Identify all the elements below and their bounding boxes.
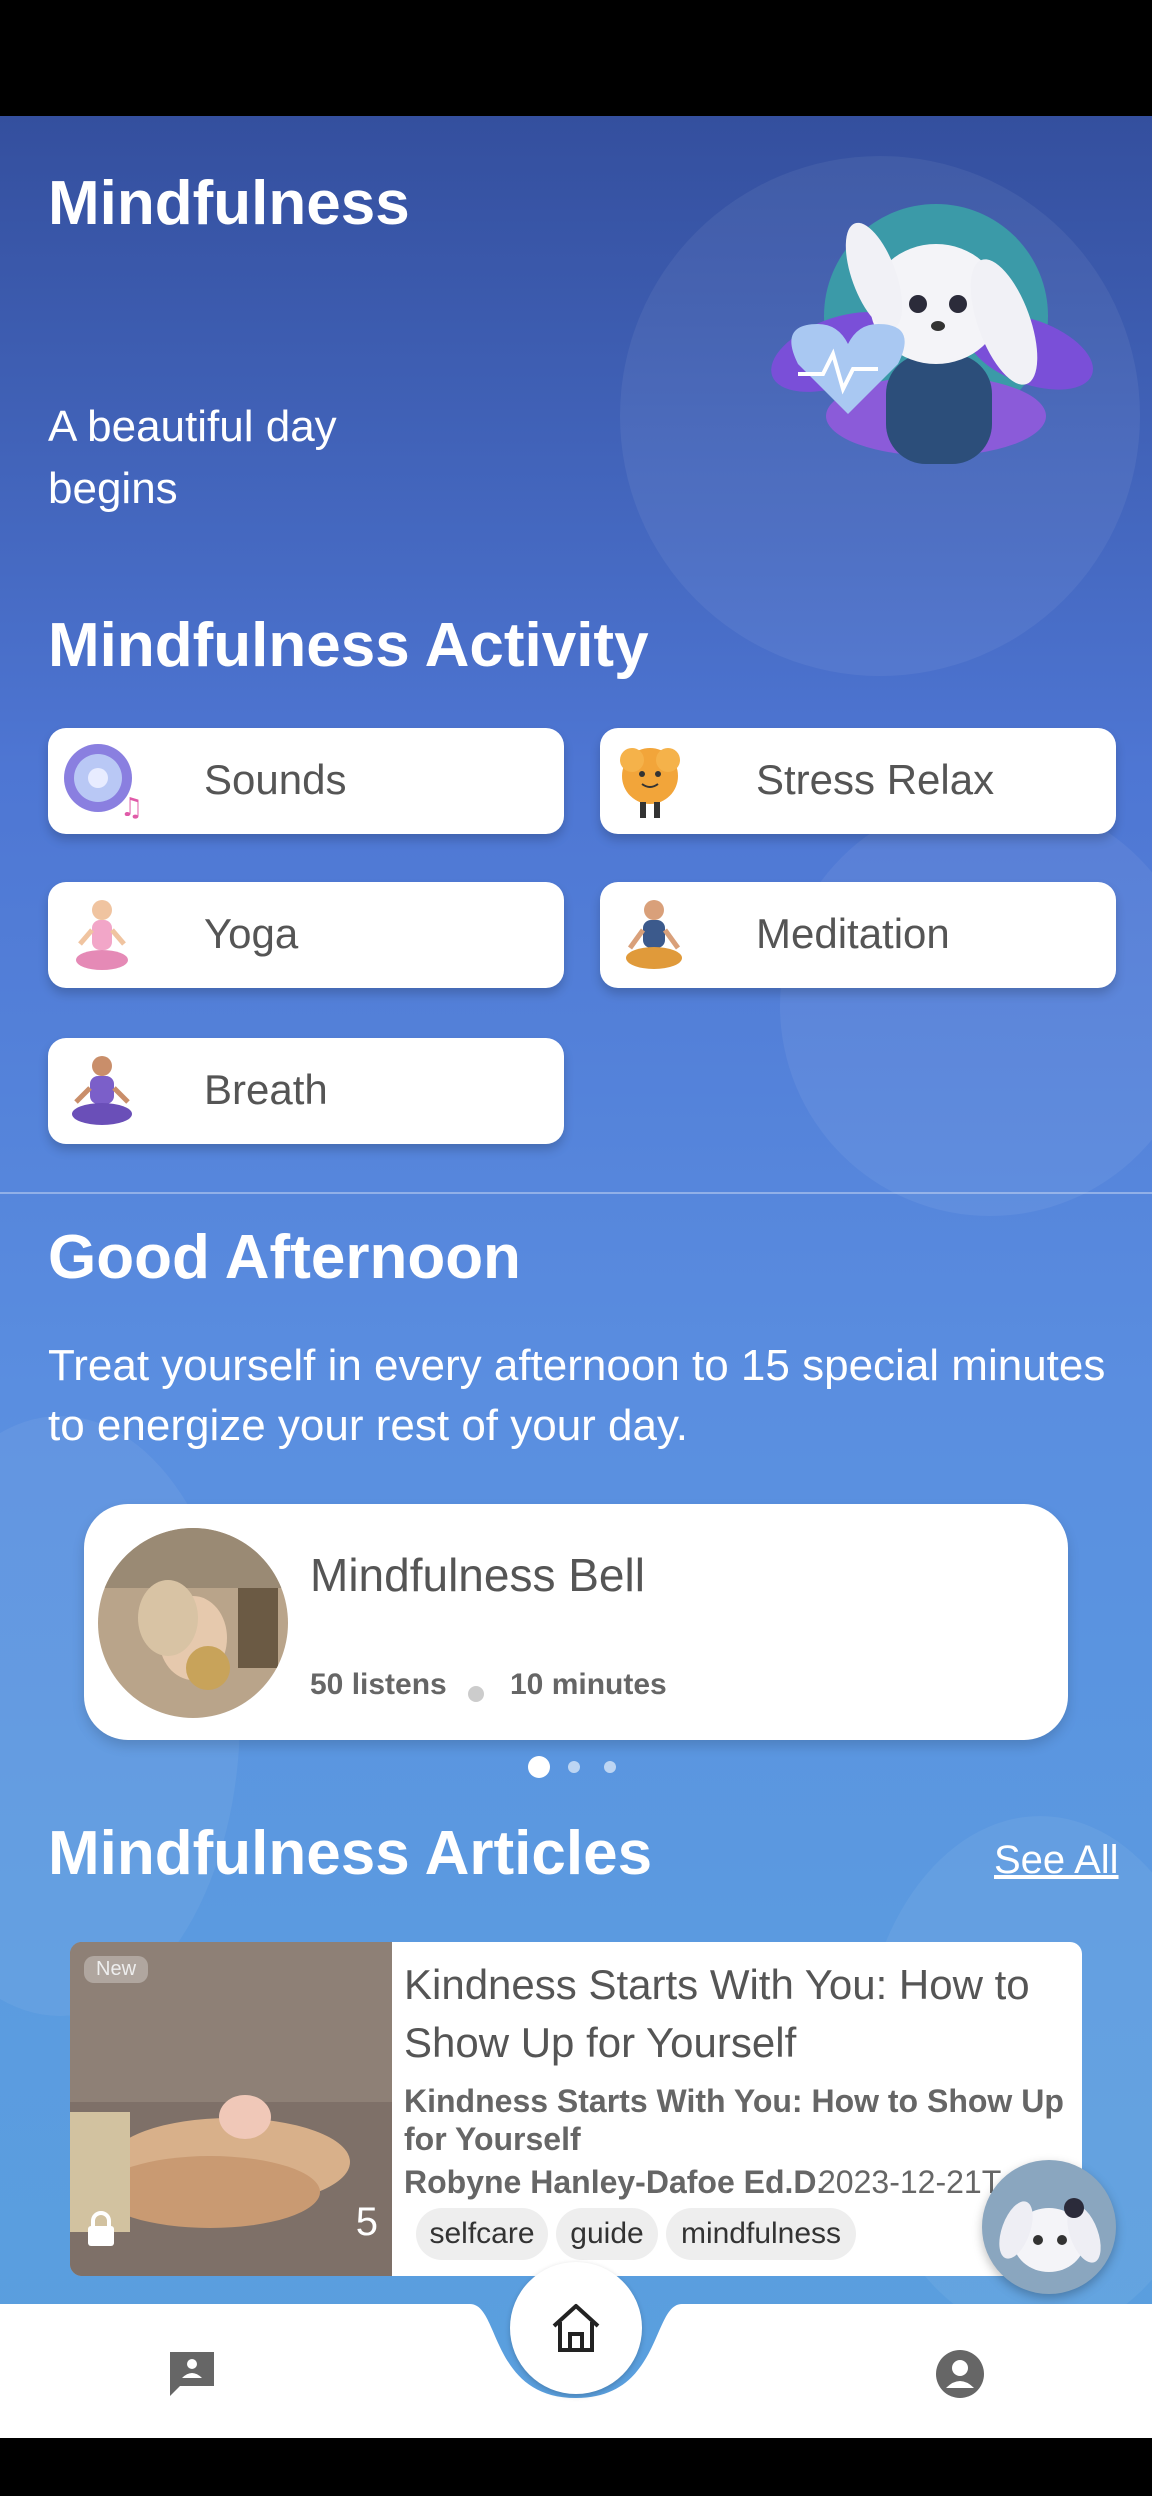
- article-title: Kindness Starts With You: How to Show Up…: [404, 1961, 1030, 2066]
- article-image: New 5: [70, 1942, 392, 2276]
- greeting-text: Treat yourself in every afternoon to 15 …: [48, 1341, 1106, 1450]
- session-thumbnail-image: [98, 1528, 288, 1718]
- new-badge: New: [84, 1956, 149, 1983]
- profile-icon[interactable]: [934, 2348, 986, 2400]
- article-date: 2023-12-21T: [818, 2164, 1002, 2200]
- tag-chip[interactable]: guide: [556, 2208, 658, 2260]
- hands-holding-flower-image: [70, 1942, 392, 2276]
- session-card[interactable]: Mindfulness Bell 50 listens 10 minutes: [84, 1504, 1068, 1740]
- activity-label: Yoga: [204, 910, 299, 957]
- lock-icon: [88, 2211, 114, 2246]
- status-bar: [0, 0, 1152, 116]
- tag-chip[interactable]: selfcare: [416, 2208, 548, 2260]
- stress-ball-icon: [620, 748, 680, 818]
- articles-section-title: Mindfulness Articles: [48, 1819, 653, 1888]
- pager-dot[interactable]: [568, 1761, 580, 1773]
- greeting-title: Good Afternoon: [48, 1223, 521, 1292]
- chat-icon[interactable]: [166, 2348, 218, 2398]
- activity-card-breath[interactable]: Breath: [48, 1038, 564, 1144]
- article-author: Robyne Hanley-Dafoe Ed.D.: [404, 2164, 826, 2200]
- home-icon: [552, 2304, 600, 2352]
- activity-card-yoga[interactable]: Yoga: [48, 882, 564, 988]
- activity-label: Meditation: [756, 910, 950, 957]
- pager-dot-active[interactable]: [528, 1756, 550, 1778]
- activity-section-title: Mindfulness Activity: [48, 611, 649, 680]
- sound-disc-icon: ♫: [64, 744, 143, 822]
- session-listens: 50 listens: [310, 1668, 447, 1701]
- breath-figure-icon: [72, 1056, 132, 1125]
- system-gesture-bar: [0, 2438, 1152, 2496]
- bunny-assistant-button[interactable]: [982, 2160, 1116, 2294]
- meditation-figure-icon: [626, 900, 682, 969]
- see-all-link[interactable]: See All: [994, 1838, 1119, 1883]
- activity-card-stress-relax[interactable]: Stress Relax: [600, 728, 1116, 834]
- nav-home-button[interactable]: [510, 2262, 642, 2394]
- tag-chip[interactable]: mindfulness: [666, 2208, 856, 2260]
- meta-separator-dot: [468, 1686, 484, 1702]
- header-subtitle: A beautiful day begins: [48, 402, 337, 513]
- activity-card-sounds[interactable]: ♫ Sounds: [48, 728, 564, 834]
- header-title: Mindfulness: [48, 169, 410, 238]
- yoga-figure-icon: [76, 900, 128, 970]
- activity-label: Breath: [204, 1066, 328, 1113]
- activity-label: Stress Relax: [756, 756, 995, 803]
- bunny-assistant-icon: [999, 2198, 1101, 2272]
- carousel-pager: [528, 1756, 624, 1778]
- svg-text:♫: ♫: [120, 793, 143, 822]
- section-divider: [0, 1192, 1152, 1194]
- session-title: Mindfulness Bell: [310, 1549, 645, 1601]
- pager-dot[interactable]: [604, 1761, 616, 1773]
- activity-card-meditation[interactable]: Meditation: [600, 882, 1116, 988]
- session-duration: 10 minutes: [510, 1668, 667, 1701]
- mascot-bunny-illustration: [771, 204, 1093, 464]
- article-card[interactable]: New 5 Kindness Starts With You: How to S…: [70, 1942, 1082, 2276]
- activity-label: Sounds: [204, 756, 347, 803]
- article-description: Kindness Starts With You: How to Show Up…: [404, 2083, 1064, 2157]
- article-count: 5: [355, 2200, 378, 2244]
